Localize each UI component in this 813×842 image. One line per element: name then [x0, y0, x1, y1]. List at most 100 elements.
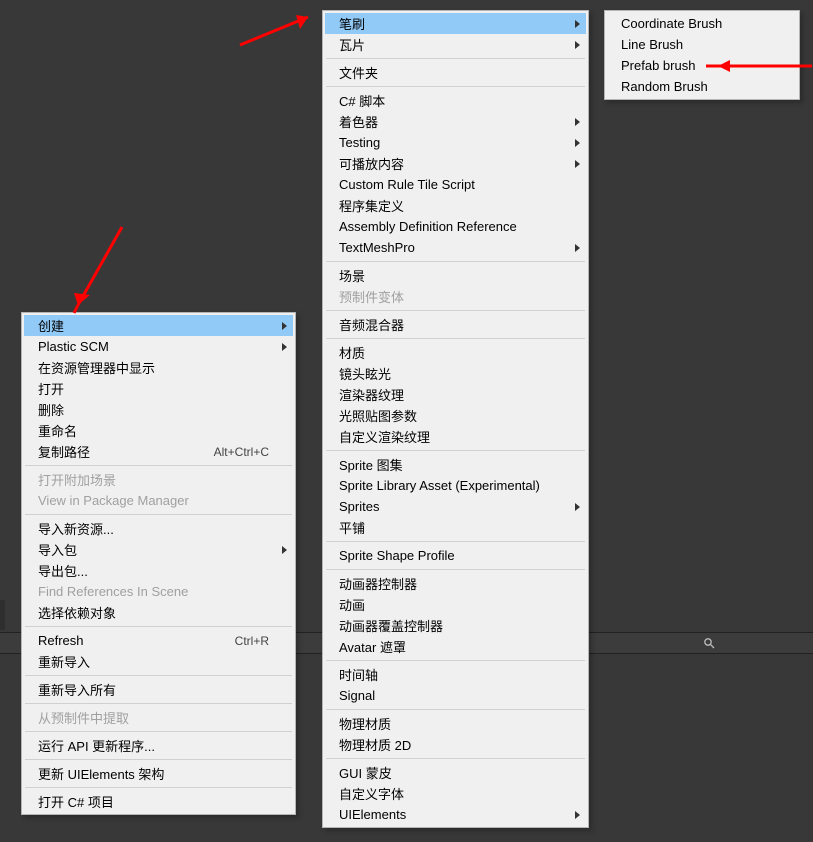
context_menu_1-item[interactable]: 在资源管理器中显示 — [24, 357, 293, 378]
context_menu_2-separator — [326, 86, 585, 87]
context_menu_2-item[interactable]: 自定义渲染纹理 — [325, 426, 586, 447]
menu-item-label: C# 脚本 — [339, 91, 385, 110]
submenu-arrow-icon — [575, 118, 580, 126]
context_menu_2-separator — [326, 450, 585, 451]
context_menu_2-separator — [326, 310, 585, 311]
context_menu_1-item[interactable]: 重新导入所有 — [24, 679, 293, 700]
context_menu_1-item[interactable]: 创建 — [24, 315, 293, 336]
menu-item-label: 光照贴图参数 — [339, 406, 417, 425]
menu-item-label: Testing — [339, 135, 380, 150]
context_menu_2-item[interactable]: 笔刷 — [325, 13, 586, 34]
context_menu_3-item[interactable]: Random Brush — [607, 76, 797, 97]
context_menu_2-item[interactable]: Testing — [325, 132, 586, 153]
context_menu_2-item[interactable]: 场景 — [325, 265, 586, 286]
context_menu_2-separator — [326, 58, 585, 59]
context_menu_2-item[interactable]: Assembly Definition Reference — [325, 216, 586, 237]
menu-item-label: 镜头眩光 — [339, 364, 391, 383]
context_menu_3-item[interactable]: Coordinate Brush — [607, 13, 797, 34]
menu-item-label: 运行 API 更新程序... — [38, 736, 155, 755]
menu-item-label: Random Brush — [621, 79, 708, 94]
context_menu_1-item[interactable]: 删除 — [24, 399, 293, 420]
context_menu_2-item[interactable]: 程序集定义 — [325, 195, 586, 216]
context_menu_2-item[interactable]: 文件夹 — [325, 62, 586, 83]
context_menu_2-item[interactable]: 动画器控制器 — [325, 573, 586, 594]
context_menu_1-item[interactable]: 选择依赖对象 — [24, 602, 293, 623]
menu-item-label: Find References In Scene — [38, 584, 188, 599]
menu-item-label: Avatar 遮罩 — [339, 637, 406, 656]
context_menu_2-item[interactable]: 自定义字体 — [325, 783, 586, 804]
context_menu_2-item[interactable]: 材质 — [325, 342, 586, 363]
context_menu_2-separator — [326, 758, 585, 759]
submenu-arrow-icon — [575, 41, 580, 49]
menu-item-label: GUI 蒙皮 — [339, 763, 392, 782]
menu-item-label: Sprite Library Asset (Experimental) — [339, 478, 540, 493]
context_menu_1-separator — [25, 514, 292, 515]
menu-item-label: Sprite Shape Profile — [339, 548, 455, 563]
context_menu_2-item[interactable]: 平铺 — [325, 517, 586, 538]
menu-item-label: 时间轴 — [339, 665, 378, 684]
context_menu_2-separator — [326, 261, 585, 262]
context_menu_3-item[interactable]: Line Brush — [607, 34, 797, 55]
context_menu_2-item: 预制件变体 — [325, 286, 586, 307]
context_menu_1-item[interactable]: 导入包 — [24, 539, 293, 560]
menu-item-label: 场景 — [339, 266, 365, 285]
context_menu_2-item[interactable]: 音频混合器 — [325, 314, 586, 335]
menu-item-label: 打开 C# 项目 — [38, 792, 114, 811]
submenu-create[interactable]: 笔刷瓦片文件夹 C# 脚本着色器 Testing 可播放内容Custom Rule T… — [322, 10, 589, 828]
context_menu_2-item[interactable]: C# 脚本 — [325, 90, 586, 111]
context_menu_2-separator — [326, 541, 585, 542]
submenu-arrow-icon — [282, 322, 287, 330]
menu-item-label: 自定义字体 — [339, 784, 404, 803]
context_menu_1-item[interactable]: RefreshCtrl+R — [24, 630, 293, 651]
context_menu_2-item[interactable]: 可播放内容 — [325, 153, 586, 174]
context_menu_2-item[interactable]: 镜头眩光 — [325, 363, 586, 384]
menu-item-label: Plastic SCM — [38, 339, 109, 354]
context_menu_2-item[interactable]: 瓦片 — [325, 34, 586, 55]
context_menu_2-item[interactable]: 时间轴 — [325, 664, 586, 685]
submenu-arrow-icon — [575, 160, 580, 168]
context_menu_1-item[interactable]: 重新导入 — [24, 651, 293, 672]
context_menu_1-separator — [25, 731, 292, 732]
context_menu_1-item[interactable]: 打开 C# 项目 — [24, 791, 293, 812]
submenu-arrow-icon — [575, 503, 580, 511]
context_menu_2-item[interactable]: Sprite Library Asset (Experimental) — [325, 475, 586, 496]
context_menu_2-item[interactable]: 光照贴图参数 — [325, 405, 586, 426]
menu-item-label: 复制路径 — [38, 442, 90, 461]
menu-item-label: 重新导入 — [38, 652, 90, 671]
context_menu_1-item: Find References In Scene — [24, 581, 293, 602]
context_menu_2-item[interactable]: Sprite Shape Profile — [325, 545, 586, 566]
context_menu_2-item[interactable]: 动画 — [325, 594, 586, 615]
context_menu_1-item[interactable]: 运行 API 更新程序... — [24, 735, 293, 756]
context_menu_2-item[interactable]: 物理材质 — [325, 713, 586, 734]
context_menu_2-item[interactable]: GUI 蒙皮 — [325, 762, 586, 783]
left-splitter[interactable] — [0, 600, 5, 630]
context_menu_2-item[interactable]: Sprites — [325, 496, 586, 517]
context_menu_3-item[interactable]: Prefab brush — [607, 55, 797, 76]
context_menu_2-item[interactable]: 动画器覆盖控制器 — [325, 615, 586, 636]
context_menu_1-item[interactable]: 重命名 — [24, 420, 293, 441]
submenu-brush[interactable]: Coordinate BrushLine Brush Prefab brush Ra… — [604, 10, 800, 100]
context_menu_1-item[interactable]: 打开 — [24, 378, 293, 399]
context_menu_2-item[interactable]: TextMeshPro — [325, 237, 586, 258]
context_menu_1-item[interactable]: 导出包... — [24, 560, 293, 581]
menu-item-label: TextMeshPro — [339, 240, 415, 255]
context-menu-project[interactable]: 创建 Plastic SCM 在资源管理器中显示打开删除重命名复制路径Alt+Ctr… — [21, 312, 296, 815]
context_menu_1-item[interactable]: 更新 UIElements 架构 — [24, 763, 293, 784]
context_menu_1-item: View in Package Manager — [24, 490, 293, 511]
menu-item-label: 着色器 — [339, 112, 378, 131]
menu-item-label: 瓦片 — [339, 35, 365, 54]
context_menu_1-item[interactable]: Plastic SCM — [24, 336, 293, 357]
context_menu_2-item[interactable]: 着色器 — [325, 111, 586, 132]
context_menu_2-item[interactable]: 物理材质 2D — [325, 734, 586, 755]
context_menu_2-item[interactable]: Signal — [325, 685, 586, 706]
context_menu_2-separator — [326, 338, 585, 339]
context_menu_2-item[interactable]: Custom Rule Tile Script — [325, 174, 586, 195]
context_menu_2-item[interactable]: Sprite 图集 — [325, 454, 586, 475]
context_menu_1-item[interactable]: 导入新资源... — [24, 518, 293, 539]
context_menu_2-item[interactable]: UIElements — [325, 804, 586, 825]
context_menu_2-item[interactable]: Avatar 遮罩 — [325, 636, 586, 657]
menu-item-label: 导入包 — [38, 540, 77, 559]
context_menu_2-item[interactable]: 渲染器纹理 — [325, 384, 586, 405]
menu-item-label: Prefab brush — [621, 58, 695, 73]
context_menu_1-item[interactable]: 复制路径Alt+Ctrl+C — [24, 441, 293, 462]
